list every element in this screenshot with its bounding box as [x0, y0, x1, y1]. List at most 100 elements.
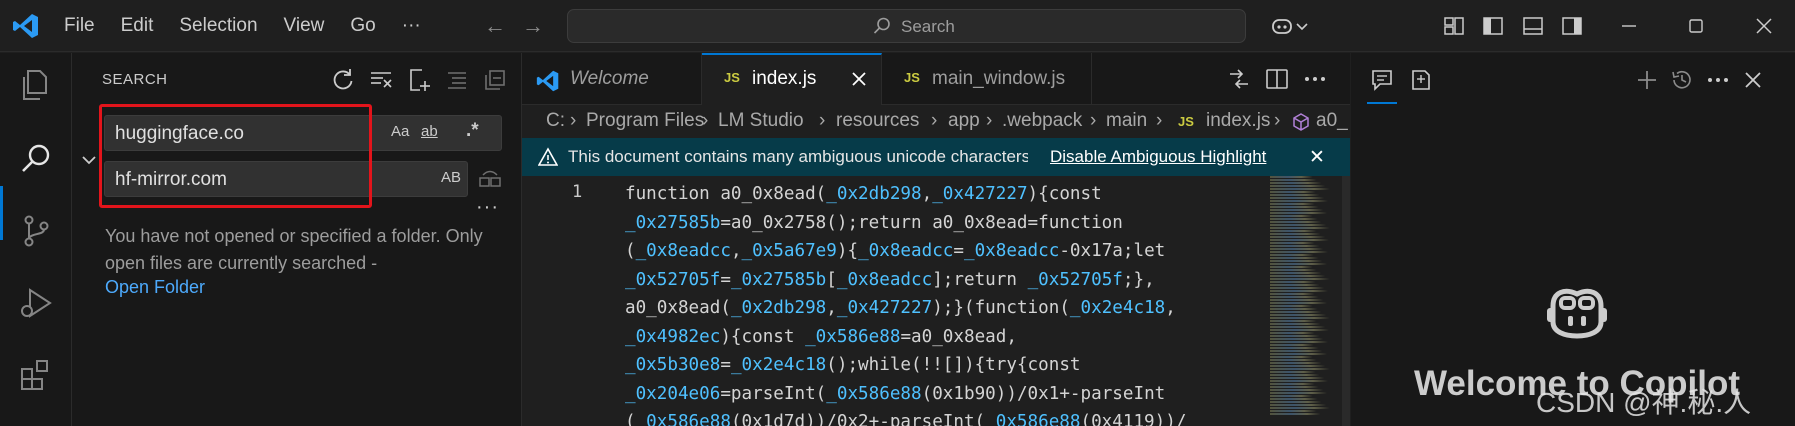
- menu-edit[interactable]: Edit: [121, 15, 154, 37]
- collapse-all-icon[interactable]: [482, 67, 508, 93]
- title-bar: File Edit Selection View Go ··· ←→ Searc…: [0, 0, 1795, 52]
- breadcrumb-separator: ›: [931, 110, 938, 131]
- minimap-line: [1270, 401, 1325, 403]
- search-view-icon[interactable]: [18, 141, 54, 177]
- minimap-line: [1270, 227, 1334, 229]
- code-line: (_0x8eadcc,_0x5a67e9){_0x8eadcc=_0x8eadc…: [625, 241, 1166, 261]
- extensions-icon[interactable]: [18, 357, 54, 393]
- toggle-secondary-sidebar-icon[interactable]: [1560, 14, 1584, 38]
- run-debug-icon[interactable]: [18, 285, 54, 321]
- history-icon[interactable]: [1669, 67, 1695, 93]
- view-as-tree-icon[interactable]: [444, 67, 470, 93]
- minimap-line: [1270, 248, 1327, 250]
- back-arrow-icon[interactable]: ←: [484, 13, 522, 38]
- forward-arrow-icon[interactable]: →: [522, 13, 560, 38]
- customize-layout-icon[interactable]: [1442, 14, 1466, 38]
- chevron-down-icon[interactable]: [1295, 14, 1309, 38]
- more-actions-icon[interactable]: [1302, 66, 1328, 92]
- command-center-search[interactable]: Search: [567, 9, 1246, 43]
- minimap-line: [1270, 284, 1323, 286]
- source-control-icon[interactable]: [18, 213, 54, 249]
- activity-bar: [0, 53, 72, 426]
- minimap-line: [1270, 233, 1324, 235]
- tab-welcome[interactable]: Welcome: [522, 53, 702, 105]
- minimap-line: [1270, 311, 1325, 313]
- tab-main-window-js[interactable]: JS main_window.js: [882, 53, 1092, 105]
- minimap-line: [1270, 395, 1316, 397]
- vertical-scrollbar[interactable]: [1342, 176, 1350, 426]
- new-chat-icon[interactable]: [1634, 67, 1660, 93]
- copilot-logo-icon: [1547, 288, 1607, 339]
- breadcrumb-separator: ›: [570, 110, 577, 131]
- copilot-icon[interactable]: [1270, 14, 1294, 38]
- toggle-panel-icon[interactable]: [1521, 14, 1545, 38]
- match-case-toggle[interactable]: Aa: [391, 123, 409, 140]
- code-line: _0x52705f=_0x27585b[_0x8eadcc];return _0…: [625, 269, 1155, 290]
- minimap-line: [1270, 179, 1320, 181]
- breadcrumb-item[interactable]: .webpack: [1002, 110, 1082, 132]
- minimap-line: [1270, 323, 1324, 325]
- minimap-line: [1270, 203, 1317, 205]
- code-editor[interactable]: 1 function a0_0x8ead(_0x2db298,_0x427227…: [522, 176, 1350, 426]
- breadcrumb-item[interactable]: Program Files: [586, 110, 704, 132]
- copilot-edits-icon[interactable]: [1407, 67, 1433, 93]
- replace-all-icon[interactable]: [478, 168, 502, 190]
- unicode-warning-banner: This document contains many ambiguous un…: [522, 138, 1350, 176]
- minimap-line: [1270, 254, 1317, 256]
- search-details-toggle[interactable]: ···: [476, 196, 499, 219]
- minimize-icon[interactable]: [1617, 14, 1641, 38]
- minimap-line: [1270, 347, 1321, 349]
- breadcrumb-item[interactable]: LM Studio: [718, 110, 804, 132]
- breadcrumb-item[interactable]: index.js: [1206, 110, 1270, 132]
- minimap-line: [1270, 224, 1329, 226]
- js-file-icon: JS: [904, 70, 920, 85]
- menu-selection[interactable]: Selection: [179, 15, 257, 37]
- minimap-line: [1270, 320, 1319, 322]
- breadcrumb-item[interactable]: a0_: [1316, 110, 1348, 132]
- minimap-line: [1270, 404, 1329, 406]
- minimap[interactable]: [1270, 176, 1334, 426]
- open-folder-link[interactable]: Open Folder: [105, 277, 205, 298]
- breadcrumb-item[interactable]: resources: [836, 110, 919, 132]
- refresh-icon[interactable]: [330, 67, 356, 93]
- minimap-line: [1270, 245, 1322, 247]
- close-tab-icon[interactable]: [850, 70, 868, 88]
- minimap-line: [1270, 368, 1333, 370]
- tab-index-js[interactable]: JS index.js: [702, 53, 882, 105]
- menu-go[interactable]: Go: [350, 15, 375, 37]
- menu-file[interactable]: File: [64, 15, 95, 37]
- minimap-line: [1270, 344, 1317, 346]
- split-editor-icon[interactable]: [1264, 66, 1290, 92]
- disable-highlight-link[interactable]: Disable Ambiguous Highlight: [1050, 147, 1266, 167]
- toggle-replace-chevron-icon[interactable]: [80, 151, 98, 169]
- minimap-line: [1270, 278, 1333, 280]
- panel-actions: [330, 67, 520, 93]
- clear-results-icon[interactable]: [368, 67, 394, 93]
- preserve-case-toggle[interactable]: AB: [441, 169, 461, 186]
- breadcrumb-item[interactable]: main: [1106, 110, 1147, 132]
- minimap-line: [1270, 305, 1316, 307]
- toggle-primary-sidebar-icon[interactable]: [1481, 14, 1505, 38]
- match-whole-word-toggle[interactable]: ab: [421, 123, 438, 140]
- compare-changes-icon[interactable]: [1226, 66, 1252, 92]
- maximize-icon[interactable]: [1684, 14, 1708, 38]
- explorer-icon[interactable]: [18, 67, 54, 103]
- close-panel-icon[interactable]: [1740, 67, 1766, 93]
- more-actions-icon[interactable]: [1705, 67, 1731, 93]
- menu-view[interactable]: View: [284, 15, 325, 37]
- close-window-icon[interactable]: [1752, 14, 1776, 38]
- close-banner-icon[interactable]: ✕: [1309, 146, 1325, 169]
- minimap-line: [1270, 275, 1329, 277]
- menu-more[interactable]: ···: [402, 15, 421, 37]
- breadcrumb-item[interactable]: app: [948, 110, 980, 132]
- minimap-line: [1270, 209, 1326, 211]
- search-panel: SEARCH huggingface.co Aa ab .* hf-mirror…: [72, 53, 522, 426]
- breadcrumb-item[interactable]: C:: [546, 110, 565, 132]
- chat-icon[interactable]: [1369, 67, 1395, 93]
- new-search-editor-icon[interactable]: [406, 67, 432, 93]
- use-regex-toggle[interactable]: .*: [466, 120, 479, 142]
- minimap-line: [1270, 338, 1327, 340]
- minimap-line: [1270, 398, 1320, 400]
- minimap-line: [1270, 377, 1327, 379]
- minimap-line: [1270, 350, 1326, 352]
